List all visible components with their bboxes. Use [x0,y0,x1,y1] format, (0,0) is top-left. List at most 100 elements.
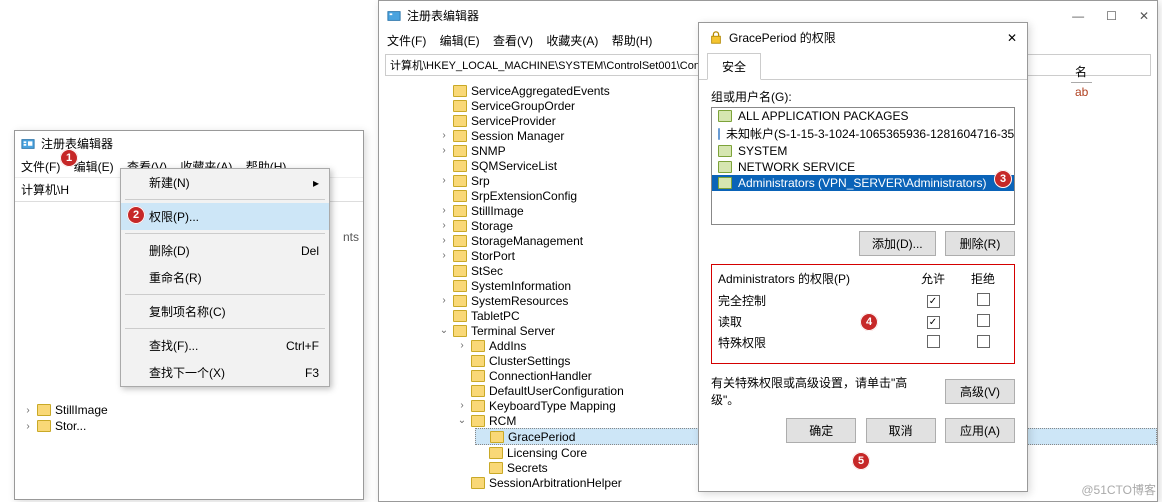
menu-edit[interactable]: 编辑(E) [74,160,114,174]
menu-help[interactable]: 帮助(H) [612,34,653,48]
apply-button[interactable]: 应用(A) [945,418,1015,443]
group-icon [718,161,732,173]
col-allow: 允许 [908,270,958,287]
watermark: @51CTO博客 [1081,481,1156,498]
folder-icon [453,235,467,247]
menu-file[interactable]: 文件(F) [387,34,426,48]
menu-view[interactable]: 查看(V) [493,34,533,48]
group-icon [718,177,732,189]
regedit-icon [387,9,401,23]
folder-icon [453,85,467,97]
menu-fav[interactable]: 收藏夹(A) [546,34,598,48]
folder-icon [37,420,51,432]
tree-fragment: ›StillImage ›Stor... [23,402,108,434]
menu-edit[interactable]: 编辑(E) [440,34,480,48]
menu-item[interactable]: 查找下一个(X)F3 [121,359,329,386]
folder-icon [453,160,467,172]
menu-item[interactable]: 新建(N)▸ [121,169,329,196]
cancel-button[interactable]: 取消 [866,418,936,443]
user-icon [718,128,720,140]
folder-icon [37,404,51,416]
folder-icon [471,400,485,412]
deny-checkbox[interactable] [977,314,990,327]
shield-icon [709,31,723,45]
allow-checkbox[interactable] [927,335,940,348]
folder-icon [471,370,485,382]
callout-3: 3 [994,170,1012,188]
perm-header: Administrators 的权限(P) [718,270,908,287]
folder-icon [471,385,485,397]
folder-icon [471,340,485,352]
folder-icon [471,415,485,427]
hint-text: nts [343,230,359,244]
value-header[interactable]: 名 [1071,61,1092,83]
perm-label: 特殊权限 [718,334,908,351]
window-controls: — ☐ ✕ [1072,9,1149,23]
folder-icon [453,115,467,127]
deny-checkbox[interactable] [977,335,990,348]
minimize-icon[interactable]: — [1072,9,1084,23]
callout-1: 1 [60,149,78,167]
advanced-hint: 有关特殊权限或高级设置，请单击"高级"。 [711,374,931,408]
titlebar[interactable]: GracePeriod 的权限 ✕ [699,23,1027,52]
folder-icon [453,130,467,142]
edit-context-menu: 新建(N)▸ 权限(P)... 删除(D)Del重命名(R) 复制项名称(C) 查找(F… [120,168,330,387]
folder-icon [453,325,467,337]
deny-checkbox[interactable] [977,293,990,306]
group-row[interactable]: 未知帐户(S-1-15-3-1024-1065365936-1281604716… [712,124,1014,143]
window-title: 注册表编辑器 [407,7,479,24]
menu-item[interactable]: 查找(F)...Ctrl+F [121,332,329,359]
group-row[interactable]: Administrators (VPN_SERVER\Administrator… [712,175,1014,191]
folder-icon [471,355,485,367]
group-row[interactable]: ALL APPLICATION PACKAGES [712,108,1014,124]
perm-label: 完全控制 [718,292,908,309]
allow-checkbox[interactable] [927,295,940,308]
add-button[interactable]: 添加(D)... [859,231,936,256]
allow-checkbox[interactable] [927,316,940,329]
folder-icon [453,145,467,157]
group-row[interactable]: SYSTEM [712,143,1014,159]
menu-item[interactable]: 重命名(R) [121,264,329,291]
folder-icon [490,431,504,443]
close-icon[interactable]: ✕ [1139,9,1149,23]
permissions-dialog: GracePeriod 的权限 ✕ 安全 组或用户名(G): ALL APPLI… [698,22,1028,492]
groups-list[interactable]: ALL APPLICATION PACKAGES未知帐户(S-1-15-3-10… [711,107,1015,225]
advanced-button[interactable]: 高级(V) [945,379,1015,404]
group-icon [718,145,732,157]
folder-icon [453,265,467,277]
folder-icon [453,190,467,202]
window-title: 注册表编辑器 [41,135,113,152]
tab-security[interactable]: 安全 [707,53,761,80]
folder-icon [453,250,467,262]
callout-4: 4 [860,313,878,331]
folder-icon [453,295,467,307]
tree-item-storage[interactable]: ›Stor... [23,418,108,434]
folder-icon [453,100,467,112]
tab-bar: 安全 [699,52,1027,80]
group-row[interactable]: NETWORK SERVICE [712,159,1014,175]
value-column: 名 ab [1071,61,1092,101]
remove-button[interactable]: 删除(R) [945,231,1015,256]
groups-label: 组或用户名(G): [711,88,1015,105]
folder-icon [489,462,503,474]
folder-icon [453,175,467,187]
menu-item[interactable]: 删除(D)Del [121,237,329,264]
group-icon [718,110,732,122]
folder-icon [453,310,467,322]
regedit-icon [21,137,35,151]
value-default[interactable]: ab [1071,83,1092,101]
menu-file[interactable]: 文件(F) [21,160,60,174]
folder-icon [471,477,485,489]
close-icon[interactable]: ✕ [1007,31,1017,45]
maximize-icon[interactable]: ☐ [1106,9,1117,23]
perm-label: 读取 [718,313,908,330]
dialog-title: GracePeriod 的权限 [729,29,836,46]
menu-item[interactable]: 复制项名称(C) [121,298,329,325]
folder-icon [453,280,467,292]
folder-icon [453,205,467,217]
col-deny: 拒绝 [958,270,1008,287]
menu-item[interactable]: 权限(P)... [121,203,329,230]
tree-item-stillimage[interactable]: ›StillImage [23,402,108,418]
callout-5: 5 [852,452,870,470]
ok-button[interactable]: 确定 [786,418,856,443]
